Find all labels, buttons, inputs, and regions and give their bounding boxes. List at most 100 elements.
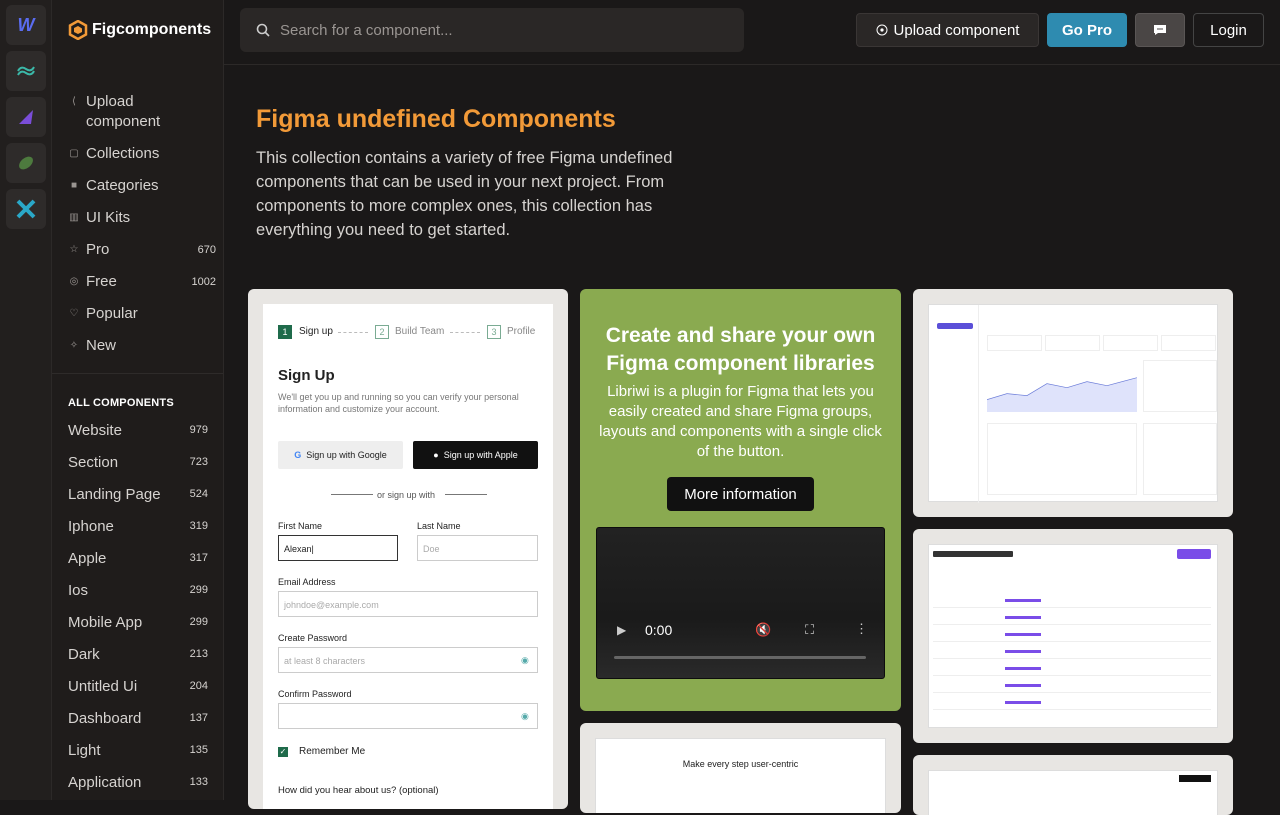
preview-stat: [1045, 335, 1100, 351]
preview-progress: [1005, 650, 1041, 653]
category-item[interactable]: Website 979: [68, 414, 208, 446]
sidebar-item-popular[interactable]: ♡ Popular: [68, 298, 216, 330]
category-count: 133: [189, 776, 208, 788]
header-preview: [928, 770, 1218, 815]
preview-progress: [1005, 633, 1041, 636]
sidebar-item-free[interactable]: ◎ Free 1002: [68, 266, 216, 298]
sidebar-nav: ⟨ Upload component ▢ Collections ■ Categori…: [68, 86, 216, 362]
sidebar-item-new[interactable]: ✧ New: [68, 330, 216, 362]
shark-app-icon[interactable]: [6, 97, 46, 137]
more-information-button[interactable]: More information: [667, 477, 814, 511]
brand-logo[interactable]: Figcomponents: [68, 20, 211, 40]
confirm-password-field: [278, 703, 538, 729]
category-item[interactable]: Dashboard 137: [68, 702, 208, 734]
category-count: 723: [189, 456, 208, 468]
category-label: Apple: [68, 549, 107, 567]
category-count: 319: [189, 520, 208, 532]
step-indicator: 1: [278, 325, 292, 339]
component-card-header[interactable]: [913, 755, 1233, 815]
webflow-app-icon[interactable]: W: [6, 5, 46, 45]
category-count: 299: [189, 584, 208, 596]
apple-signup-button: ● Sign up with Apple: [413, 441, 538, 469]
category-item[interactable]: Ios 299: [68, 574, 208, 606]
fullscreen-icon[interactable]: ⛶: [805, 622, 814, 638]
preview-customers-list: [1143, 423, 1217, 495]
category-count: 317: [189, 552, 208, 564]
field-label: Confirm Password: [278, 689, 352, 699]
cta-label: More information: [684, 485, 797, 503]
category-item[interactable]: Apple 317: [68, 542, 208, 574]
category-label: Mobile App: [68, 613, 143, 631]
field-label: Email Address: [278, 577, 336, 587]
login-button[interactable]: Login: [1193, 13, 1264, 47]
chat-icon: [1154, 25, 1166, 35]
google-label: Sign up with Google: [306, 450, 387, 460]
category-item[interactable]: Application 133: [68, 766, 208, 798]
divider-line: [445, 494, 487, 495]
category-label: Dark: [68, 645, 100, 663]
tailwind-app-icon[interactable]: [6, 51, 46, 91]
category-item[interactable]: Iphone 319: [68, 510, 208, 542]
vendor-table-preview: [928, 544, 1218, 728]
mute-icon[interactable]: 🔇: [755, 622, 771, 638]
category-count: 299: [189, 616, 208, 628]
promo-video[interactable]: ▶ 0:00 🔇 ⛶ ⋮: [596, 527, 885, 679]
sidebar-item-categories[interactable]: ■ Categories: [68, 170, 216, 202]
journey-preview: Make every step user-centric: [595, 738, 886, 813]
checkbox-icon: ✓: [278, 747, 288, 757]
field-label: First Name: [278, 521, 323, 531]
search-input[interactable]: [280, 21, 720, 39]
component-card-signup[interactable]: 1 Sign up 2 Build Team 3 Profile Sign Up…: [248, 289, 568, 809]
sidebar-item-label: UI Kits: [86, 209, 131, 226]
upload-label: Upload component: [893, 21, 1020, 39]
sidebar-item-label: Collections: [86, 145, 160, 162]
sidebar-item-upload[interactable]: ⟨ Upload component: [68, 86, 216, 138]
email-field: johndoe@example.com: [278, 591, 538, 617]
video-progress-bar[interactable]: [614, 656, 866, 659]
category-item[interactable]: Mobile App 299: [68, 606, 208, 638]
sidebar-item-label: Pro: [86, 241, 110, 258]
category-item[interactable]: Dark 213: [68, 638, 208, 670]
preview-traffic-panel: [1143, 360, 1217, 412]
preview-sidebar: [929, 305, 979, 503]
google-signup-button: G Sign up with Google: [278, 441, 403, 469]
sidebar-item-collections[interactable]: ▢ Collections: [68, 138, 216, 170]
sidebar-item-ui-kits[interactable]: ▥ UI Kits: [68, 202, 216, 234]
category-count: 979: [189, 424, 208, 436]
category-label: Section: [68, 453, 119, 471]
preview-progress: [1005, 667, 1041, 670]
category-item[interactable]: Light 135: [68, 734, 208, 766]
category-label: Landing Page: [68, 485, 161, 503]
step-divider: [338, 332, 368, 333]
category-item[interactable]: Untitled Ui 204: [68, 670, 208, 702]
play-icon[interactable]: ▶: [617, 623, 626, 637]
grid-app-icon[interactable]: [6, 189, 46, 229]
go-pro-button[interactable]: Go Pro: [1047, 13, 1127, 47]
category-count: 213: [189, 648, 208, 660]
square-icon: ■: [70, 180, 78, 191]
step-label: Profile: [507, 326, 536, 337]
step-label: Sign up: [299, 326, 333, 337]
feedback-button[interactable]: [1135, 13, 1185, 47]
search-box[interactable]: [240, 8, 744, 52]
field-label: Last Name: [417, 521, 461, 531]
category-label: Light: [68, 741, 101, 759]
top-bar: Upload component Go Pro Login: [224, 0, 1280, 65]
first-name-field: Alexan|: [278, 535, 398, 561]
eye-icon: ◉: [521, 711, 529, 721]
search-icon: [256, 23, 270, 37]
category-item[interactable]: Section 723: [68, 446, 208, 478]
leaf-app-icon[interactable]: [6, 143, 46, 183]
step-indicator: 2: [375, 325, 389, 339]
preview-button: [1179, 775, 1211, 782]
component-card-vendor-table[interactable]: [913, 529, 1233, 743]
promo-body: Libriwi is a plugin for Figma that lets …: [599, 383, 882, 460]
preview-title: Make every step user-centric: [682, 759, 799, 769]
component-card-dashboard[interactable]: [913, 289, 1233, 517]
upload-component-button[interactable]: Upload component: [856, 13, 1039, 47]
more-options-icon[interactable]: ⋮: [855, 621, 868, 637]
category-label: Ios: [68, 581, 89, 599]
sidebar-item-pro[interactable]: ☆ Pro 670: [68, 234, 216, 266]
category-item[interactable]: Landing Page 524: [68, 478, 208, 510]
count-badge: 1002: [191, 276, 216, 288]
